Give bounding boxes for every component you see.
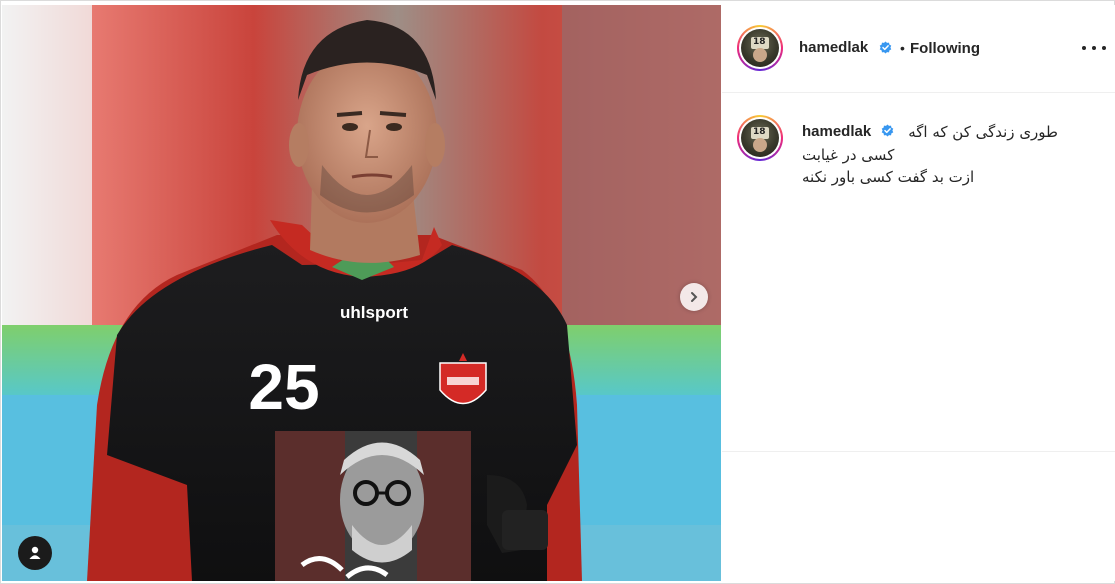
more-options-icon[interactable] — [1082, 40, 1106, 56]
caption-avatar[interactable]: 18 — [737, 115, 783, 161]
header-separator: • — [900, 40, 905, 56]
header-avatar[interactable]: 18 — [737, 25, 783, 71]
carousel-next-button[interactable] — [680, 283, 708, 311]
verified-badge-icon — [879, 41, 892, 54]
post-photo: uhlsport 25 — [2, 5, 721, 581]
tagged-users-button[interactable] — [18, 536, 52, 570]
following-button[interactable]: Following — [910, 40, 980, 57]
verified-badge-icon — [881, 124, 894, 137]
caption-username[interactable]: hamedlak — [802, 123, 871, 140]
caption-line-2: کسی در غیابت — [802, 146, 895, 164]
jersey-number: 25 — [248, 351, 319, 423]
shirt-print — [275, 431, 471, 581]
caption-line-1: طوری زندگی کن که اگه — [908, 123, 1058, 141]
caption-line-3: ازت بد گفت کسی باور نکنه — [802, 168, 975, 186]
avatar-image: 18 — [741, 29, 779, 67]
post-header: 18 hamedlak • Following — [722, 5, 1115, 93]
post-media[interactable]: uhlsport 25 — [2, 5, 721, 581]
post-side-panel: 18 hamedlak • Following 18 hamedlak طوری… — [722, 5, 1115, 581]
user-tag-icon — [29, 546, 41, 559]
chevron-right-icon — [691, 292, 698, 302]
instagram-post-window: uhlsport 25 18 hamedlak • Following 18 h… — [0, 0, 1115, 584]
avatar-image: 18 — [741, 119, 779, 157]
header-username[interactable]: hamedlak — [799, 39, 868, 56]
panel-divider — [722, 451, 1115, 452]
jersey-brand: uhlsport — [340, 303, 408, 322]
